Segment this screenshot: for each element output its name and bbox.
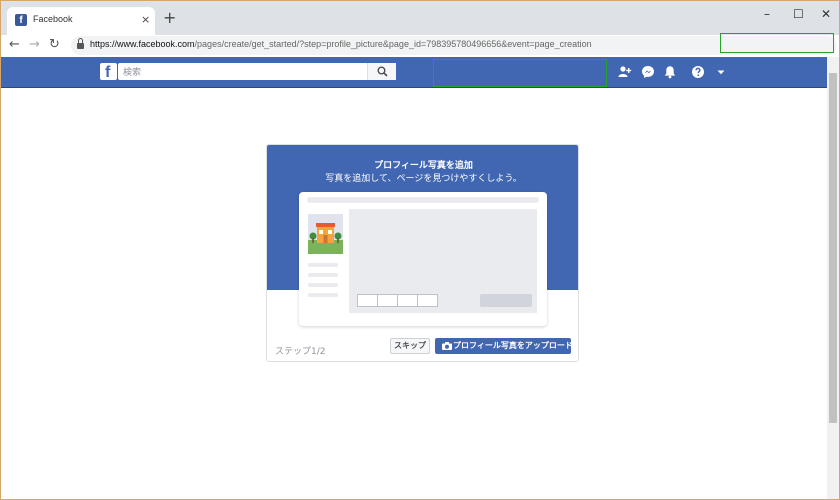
page-preview-illustration — [299, 192, 547, 326]
messenger-icon[interactable] — [641, 65, 655, 79]
preview-button — [480, 294, 532, 307]
logo-letter: f — [105, 64, 111, 81]
url-path: /pages/create/get_started/?step=profile_… — [194, 39, 592, 49]
minimize-button[interactable]: – — [764, 7, 770, 21]
shop-icon — [308, 223, 343, 254]
address-bar[interactable]: https://www.facebook.com/pages/create/ge… — [71, 33, 837, 55]
maximize-button[interactable]: ☐ — [793, 7, 804, 21]
dropdown-arrow-icon[interactable] — [714, 65, 728, 79]
page-scrollbar[interactable] — [827, 57, 839, 499]
facebook-favicon-icon: f — [15, 14, 27, 26]
highlight-box — [720, 33, 834, 53]
search-button[interactable] — [367, 63, 396, 80]
card-footer: ステップ1/2 スキップ プロフィール写真をアップロード — [267, 330, 578, 361]
upload-profile-photo-button[interactable]: プロフィール写真をアップロード — [435, 338, 573, 354]
upload-button-label: プロフィール写真をアップロード — [453, 341, 573, 350]
skip-button[interactable]: スキップ — [390, 338, 430, 354]
step-indicator: ステップ1/2 — [275, 347, 326, 357]
friends-icon[interactable] — [618, 65, 632, 79]
bell-icon[interactable] — [663, 65, 677, 79]
facebook-header: f — [1, 57, 827, 88]
close-window-button[interactable]: ✕ — [821, 7, 831, 21]
search-box — [118, 63, 396, 80]
tab-close-icon[interactable]: × — [141, 13, 150, 26]
search-input[interactable] — [118, 63, 366, 80]
url-text: https://www.facebook.com/pages/create/ge… — [90, 39, 592, 49]
preview-tabs — [357, 294, 438, 307]
new-tab-button[interactable]: + — [163, 10, 176, 26]
facebook-logo-icon[interactable]: f — [100, 63, 117, 81]
preview-top-bar — [307, 197, 539, 203]
preview-line — [308, 293, 338, 297]
profile-picture-card: プロフィール写真を追加 写真を追加して、ページを見つけやすくしよう。 ステップ1… — [266, 144, 579, 362]
browser-toolbar: ← → ↻ https://www.facebook.com/pages/cre… — [1, 33, 839, 57]
lock-icon — [77, 38, 84, 49]
camera-icon — [442, 342, 452, 350]
browser-tab[interactable]: f Facebook × — [7, 7, 155, 35]
tab-strip: f Facebook × + – ☐ ✕ — [1, 1, 839, 35]
card-title: プロフィール写真を追加 — [374, 161, 473, 171]
forward-arrow-icon[interactable]: → — [29, 37, 40, 53]
highlight-box — [433, 59, 607, 87]
reload-icon[interactable]: ↻ — [49, 37, 60, 53]
preview-line — [308, 263, 338, 267]
preview-profile-picture — [308, 214, 343, 254]
url-host: https://www.facebook.com — [90, 39, 195, 49]
browser-window: f Facebook × + – ☐ ✕ ← → ↻ https://www.f… — [0, 0, 840, 500]
card-subtitle: 写真を追加して、ページを見つけやすくしよう。 — [325, 174, 522, 184]
scrollbar-thumb[interactable] — [829, 73, 837, 423]
help-icon[interactable] — [691, 65, 705, 79]
preview-line — [308, 273, 338, 277]
tab-title: Facebook — [33, 14, 73, 24]
search-icon — [377, 66, 388, 77]
preview-line — [308, 283, 338, 287]
back-arrow-icon[interactable]: ← — [9, 37, 20, 53]
